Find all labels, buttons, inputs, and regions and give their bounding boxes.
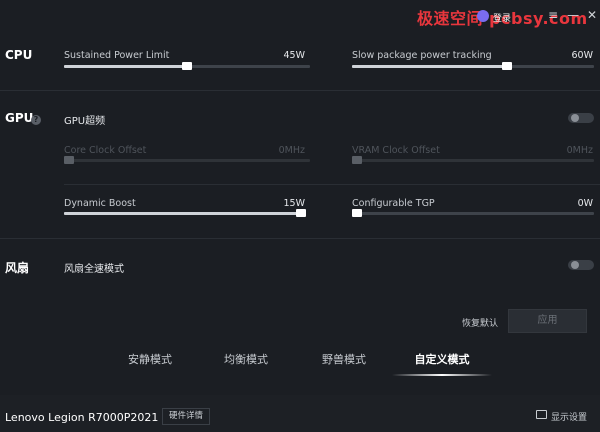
dynamic-boost-slider-fill: [64, 212, 301, 215]
core-clock-slider-thumb: [64, 156, 74, 164]
display-icon[interactable]: [536, 410, 547, 419]
dynamic-boost-slider-thumb[interactable]: [296, 209, 306, 217]
toggle-knob: [571, 261, 579, 269]
tab-custom-mode[interactable]: 自定义模式: [415, 351, 470, 367]
vram-clock-slider: [352, 156, 594, 164]
apply-button[interactable]: 应用: [508, 309, 587, 333]
vram-clock-slider-thumb: [352, 156, 362, 164]
sppt-slider-fill: [352, 65, 507, 68]
tgp-slider[interactable]: [352, 209, 594, 217]
footer: Lenovo Legion R7000P2021 硬件详情 显示设置: [0, 395, 600, 432]
dynamic-boost-value: 15W: [283, 198, 305, 209]
dynamic-boost-slider[interactable]: [64, 209, 306, 217]
gpu-section-title: GPU: [5, 111, 34, 125]
spl-slider-fill: [64, 65, 187, 68]
toggle-knob: [571, 114, 579, 122]
avatar-icon[interactable]: [477, 10, 489, 22]
title-bar: 极速空间 pcbsy.com 登录 ≡ — ✕: [0, 0, 600, 34]
divider: [64, 184, 600, 185]
sppt-slider-thumb[interactable]: [501, 62, 512, 70]
menu-icon[interactable]: ≡: [546, 8, 560, 22]
divider: [0, 238, 600, 239]
sppt-value: 60W: [571, 50, 593, 61]
sppt-slider[interactable]: [352, 62, 594, 70]
close-icon[interactable]: ✕: [585, 8, 599, 22]
gpu-overclock-toggle[interactable]: [568, 113, 594, 123]
spl-label: Sustained Power Limit: [64, 50, 170, 61]
tab-balanced-mode[interactable]: 均衡模式: [224, 351, 268, 367]
help-icon[interactable]: ?: [31, 115, 41, 125]
fan-full-speed-toggle[interactable]: [568, 260, 594, 270]
dynamic-boost-label: Dynamic Boost: [64, 198, 136, 209]
core-clock-value: 0MHz: [278, 145, 305, 156]
gpu-overclock-label: GPU超频: [64, 116, 106, 127]
fan-full-speed-label: 风扇全速模式: [64, 264, 124, 275]
active-tab-indicator: [392, 374, 492, 376]
core-clock-slider: [64, 156, 310, 164]
tgp-slider-thumb[interactable]: [352, 209, 362, 217]
reset-defaults-link[interactable]: 恢复默认: [462, 316, 498, 329]
spl-value: 45W: [283, 50, 305, 61]
cpu-section-title: CPU: [5, 48, 33, 62]
divider: [0, 90, 600, 91]
vram-clock-label: VRAM Clock Offset: [352, 145, 440, 156]
tgp-value: 0W: [577, 198, 593, 209]
sppt-label: Slow package power tracking: [352, 50, 492, 61]
mode-tabs: 安静模式 均衡模式 野兽模式 自定义模式: [0, 345, 600, 381]
spl-slider-thumb[interactable]: [182, 62, 192, 70]
spl-slider[interactable]: [64, 62, 310, 70]
minimize-icon[interactable]: —: [566, 8, 580, 22]
hardware-details-button[interactable]: 硬件详情: [162, 408, 210, 425]
login-link[interactable]: 登录: [493, 11, 511, 24]
fan-section-title: 风扇: [5, 261, 30, 275]
tab-beast-mode[interactable]: 野兽模式: [322, 351, 366, 367]
display-settings-link[interactable]: 显示设置: [551, 410, 587, 423]
vram-clock-value: 0MHz: [566, 145, 593, 156]
tgp-label: Configurable TGP: [352, 198, 435, 209]
core-clock-label: Core Clock Offset: [64, 145, 147, 156]
tab-quiet-mode[interactable]: 安静模式: [128, 351, 172, 367]
device-name: Lenovo Legion R7000P2021: [5, 411, 159, 424]
